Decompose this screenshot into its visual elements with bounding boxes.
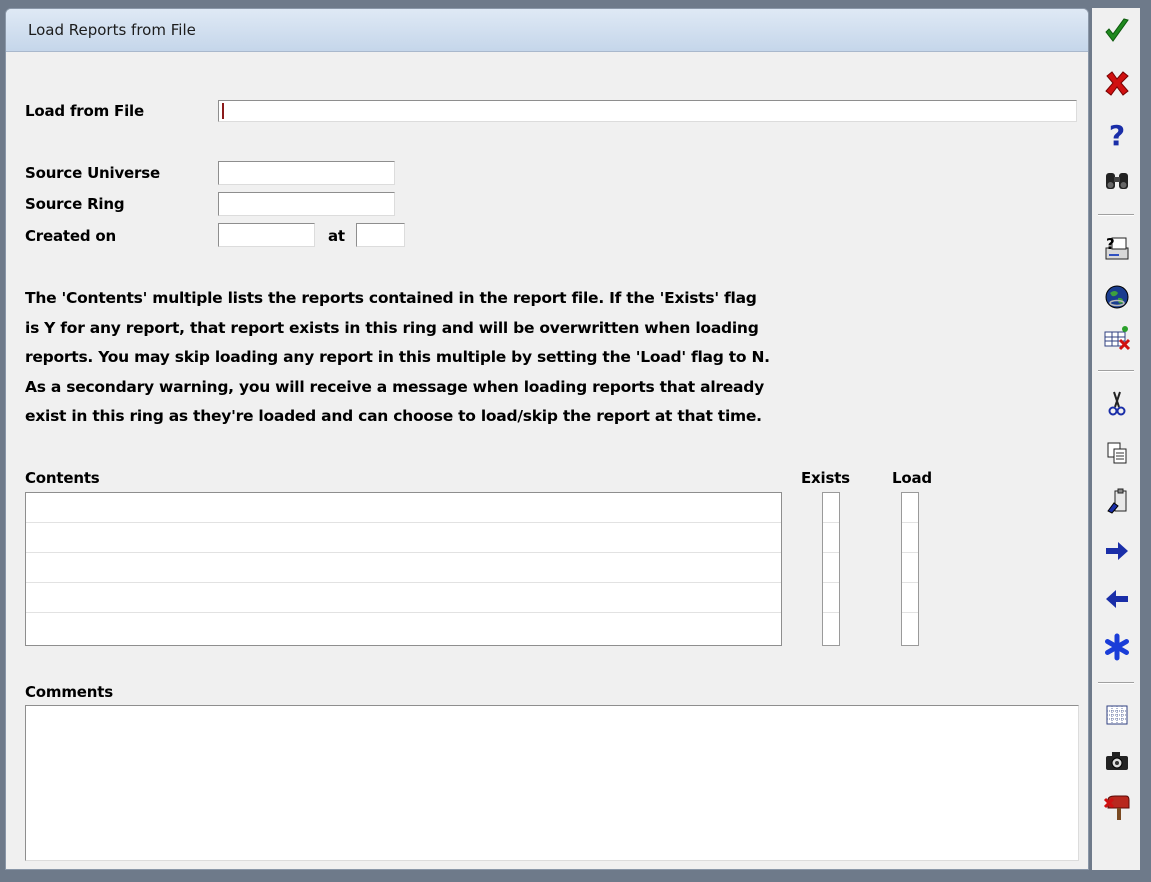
comments-textarea[interactable] <box>25 705 1079 861</box>
cancel-x-icon[interactable] <box>1100 66 1134 100</box>
load-label: Load <box>892 469 932 487</box>
next-arrow-icon[interactable] <box>1100 534 1134 568</box>
source-ring-label: Source Ring <box>25 195 125 213</box>
dialog-window: Load Reports from File Load from File So… <box>5 8 1089 870</box>
spreadsheet-icon[interactable] <box>1100 698 1134 732</box>
svg-text:?: ? <box>1106 235 1115 253</box>
help-question-icon[interactable]: ? <box>1100 118 1134 152</box>
exists-flag-cell[interactable] <box>823 613 839 643</box>
contents-row[interactable] <box>26 583 781 613</box>
exists-flag-cell[interactable] <box>823 523 839 553</box>
at-label: at <box>328 227 345 245</box>
exists-flag-column[interactable] <box>822 492 840 646</box>
toolbar-separator <box>1098 214 1134 216</box>
svg-text:?: ? <box>1109 120 1125 150</box>
load-flag-cell[interactable] <box>902 583 918 613</box>
contents-row[interactable] <box>26 523 781 553</box>
asterisk-icon[interactable] <box>1100 630 1134 664</box>
text-caret <box>222 103 224 119</box>
load-flag-cell[interactable] <box>902 613 918 643</box>
contents-label: Contents <box>25 469 100 487</box>
mailbox-icon[interactable] <box>1100 790 1134 824</box>
instructions-line: exist in this ring as they're loaded and… <box>25 407 762 425</box>
exists-label: Exists <box>801 469 850 487</box>
load-from-file-label: Load from File <box>25 102 144 120</box>
contents-list[interactable] <box>25 492 782 646</box>
cut-scissors-icon[interactable] <box>1100 386 1134 420</box>
instructions-text: The 'Contents' multiple lists the report… <box>25 284 1075 432</box>
created-on-date-input[interactable] <box>218 223 315 247</box>
contents-row[interactable] <box>26 613 781 643</box>
ok-check-icon[interactable] <box>1100 14 1134 48</box>
contents-row[interactable] <box>26 493 781 523</box>
load-flag-cell[interactable] <box>902 493 918 523</box>
load-from-file-input[interactable] <box>218 100 1077 122</box>
load-flag-cell[interactable] <box>902 523 918 553</box>
instructions-line: reports. You may skip loading any report… <box>25 348 770 366</box>
table-delete-icon[interactable] <box>1100 320 1134 354</box>
created-at-time-input[interactable] <box>356 223 405 247</box>
exists-flag-cell[interactable] <box>823 493 839 523</box>
comments-label: Comments <box>25 683 113 701</box>
instructions-line: The 'Contents' multiple lists the report… <box>25 289 757 307</box>
instructions-line: As a secondary warning, you will receive… <box>25 377 764 396</box>
source-universe-input[interactable] <box>218 161 395 185</box>
created-on-label: Created on <box>25 227 116 245</box>
toolbar-separator <box>1098 370 1134 372</box>
source-ring-input[interactable] <box>218 192 395 216</box>
copy-icon[interactable] <box>1100 436 1134 470</box>
load-flag-cell[interactable] <box>902 553 918 583</box>
instructions-line: is Y for any report, that report exists … <box>25 318 759 337</box>
window-title: Load Reports from File <box>6 9 1088 52</box>
source-universe-label: Source Universe <box>25 164 160 182</box>
toolbar-separator <box>1098 682 1134 684</box>
camera-icon[interactable] <box>1100 744 1134 778</box>
contents-row[interactable] <box>26 553 781 583</box>
find-binoculars-icon[interactable] <box>1100 164 1134 198</box>
load-flag-column[interactable] <box>901 492 919 646</box>
paste-icon[interactable] <box>1100 484 1134 518</box>
previous-arrow-icon[interactable] <box>1100 582 1134 616</box>
print-preview-icon[interactable]: ? <box>1100 230 1134 264</box>
web-globe-icon[interactable] <box>1100 280 1134 314</box>
exists-flag-cell[interactable] <box>823 583 839 613</box>
exists-flag-cell[interactable] <box>823 553 839 583</box>
command-toolbar: ? ? <box>1092 8 1140 870</box>
